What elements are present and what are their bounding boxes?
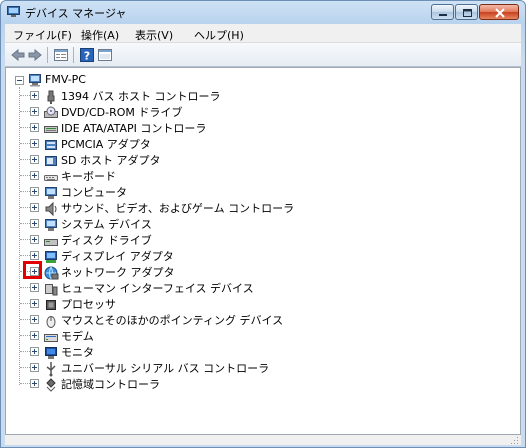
minimize-button[interactable]: [431, 4, 454, 20]
tree-expander[interactable]: [30, 155, 39, 164]
dvd-drive-icon: [44, 106, 58, 118]
toolbar-separator: [73, 47, 74, 63]
back-icon[interactable]: [10, 47, 26, 63]
tree-item-label[interactable]: IDE ATA/ATAPI コントローラ: [61, 122, 206, 136]
usb-controller-icon: [46, 362, 56, 377]
tree-expander[interactable]: [30, 235, 39, 244]
close-button[interactable]: [479, 4, 519, 20]
menu-bar: ファイル(F) 操作(A) 表示(V) ヘルプ(H): [5, 24, 521, 43]
minimize-icon: [439, 14, 447, 16]
properties-view-icon[interactable]: [53, 47, 69, 63]
sd-host-icon: [45, 156, 57, 166]
tree-item-label[interactable]: ユニバーサル シリアル バス コントローラ: [61, 362, 269, 376]
tree-expander[interactable]: [30, 299, 39, 308]
tree-expander[interactable]: [30, 187, 39, 196]
resize-grip-icon[interactable]: [510, 436, 519, 445]
tree-expander-root[interactable]: [15, 76, 24, 85]
menu-help[interactable]: ヘルプ(H): [194, 27, 244, 43]
tree-item-label[interactable]: モニタ: [61, 346, 94, 360]
title-bar[interactable]: デバイス マネージャ: [1, 1, 525, 23]
svg-text:?: ?: [84, 50, 90, 63]
toolbar-separator: [47, 47, 48, 63]
tree-expander[interactable]: [30, 331, 39, 340]
show-hidden-icon[interactable]: [97, 47, 113, 63]
system-device-icon: [45, 219, 57, 231]
tree-item-label[interactable]: サウンド、ビデオ、およびゲーム コントローラ: [61, 202, 294, 216]
device-manager-window: デバイス マネージャ ファイル(F) 操作(A) 表示(V) ヘルプ(H) ? …: [0, 0, 526, 448]
tree-expander[interactable]: [30, 251, 39, 260]
tree-expander[interactable]: [30, 91, 39, 100]
tree-expander[interactable]: [30, 363, 39, 372]
forward-icon[interactable]: [27, 47, 43, 63]
tree-item-label[interactable]: PCMCIA アダプタ: [61, 138, 151, 152]
tree-item-label[interactable]: ネットワーク アダプタ: [61, 266, 175, 280]
close-icon: [495, 8, 505, 18]
display-adapter-icon: [45, 251, 57, 263]
window-title: デバイス マネージャ: [25, 7, 127, 20]
tree-item-label[interactable]: ヒューマン インターフェイス デバイス: [61, 282, 254, 296]
tree-expander[interactable]: [30, 107, 39, 116]
computer-root-icon: [29, 74, 41, 87]
hid-icon: [45, 284, 58, 296]
1394-controller-icon: [47, 90, 55, 104]
tree-expander[interactable]: [30, 219, 39, 228]
keyboard-icon: [44, 175, 58, 181]
maximize-button[interactable]: [455, 4, 478, 20]
tree-item-label[interactable]: システム デバイス: [61, 218, 152, 232]
modem-icon: [44, 334, 58, 342]
tree-expander[interactable]: [30, 139, 39, 148]
device-manager-app-icon: [7, 6, 20, 17]
pcmcia-adapter-icon: [45, 140, 57, 150]
menu-action[interactable]: 操作(A): [81, 27, 119, 43]
tree-expander[interactable]: [30, 347, 39, 356]
computer-icon: [45, 187, 57, 199]
status-bar: [5, 435, 521, 445]
help-icon[interactable]: ?: [79, 47, 95, 63]
menu-file[interactable]: ファイル(F): [13, 27, 72, 43]
ide-controller-icon: [44, 126, 58, 133]
processor-icon: [46, 300, 56, 310]
storage-controller-icon: [46, 378, 56, 392]
tree-item-label[interactable]: プロセッサ: [61, 298, 116, 312]
tree-expander[interactable]: [30, 203, 39, 212]
tree-expander[interactable]: [30, 123, 39, 132]
device-tree-pane[interactable]: FMV-PC 1394 バス ホスト コントローラ DVD/CD-ROM ドライブ I…: [5, 67, 521, 435]
tree-item-label[interactable]: ディスプレイ アダプタ: [61, 250, 174, 264]
sound-icon: [45, 201, 57, 217]
tree-root-label[interactable]: FMV-PC: [45, 73, 86, 87]
tree-item-label[interactable]: マウスとそのほかのポインティング デバイス: [61, 314, 283, 328]
menu-view[interactable]: 表示(V): [135, 27, 173, 43]
mouse-icon: [46, 316, 56, 328]
tree-item-label[interactable]: 1394 バス ホスト コントローラ: [61, 90, 220, 104]
tree-item-label[interactable]: DVD/CD-ROM ドライブ: [61, 106, 182, 120]
tree-expander[interactable]: [30, 171, 39, 180]
tree-item-label[interactable]: 記憶域コントローラ: [61, 378, 160, 392]
tree-expander[interactable]: [30, 283, 39, 292]
tree-expander[interactable]: [30, 379, 39, 388]
tree-item-label[interactable]: ディスク ドライブ: [61, 234, 152, 248]
network-adapter-icon: [44, 266, 59, 280]
tree-line: [19, 87, 20, 385]
disk-drive-icon: [44, 239, 58, 246]
tree-item-label[interactable]: コンピュータ: [61, 186, 127, 200]
tree-item-label[interactable]: キーボード: [61, 170, 116, 184]
maximize-icon: [463, 9, 472, 17]
tree-item-label[interactable]: モデム: [61, 330, 94, 344]
tree-item-label[interactable]: SD ホスト アダプタ: [61, 154, 160, 168]
monitor-icon: [45, 347, 57, 359]
tree-expander[interactable]: [30, 315, 39, 324]
toolbar: ?: [5, 43, 521, 67]
highlight-box: [23, 261, 42, 279]
